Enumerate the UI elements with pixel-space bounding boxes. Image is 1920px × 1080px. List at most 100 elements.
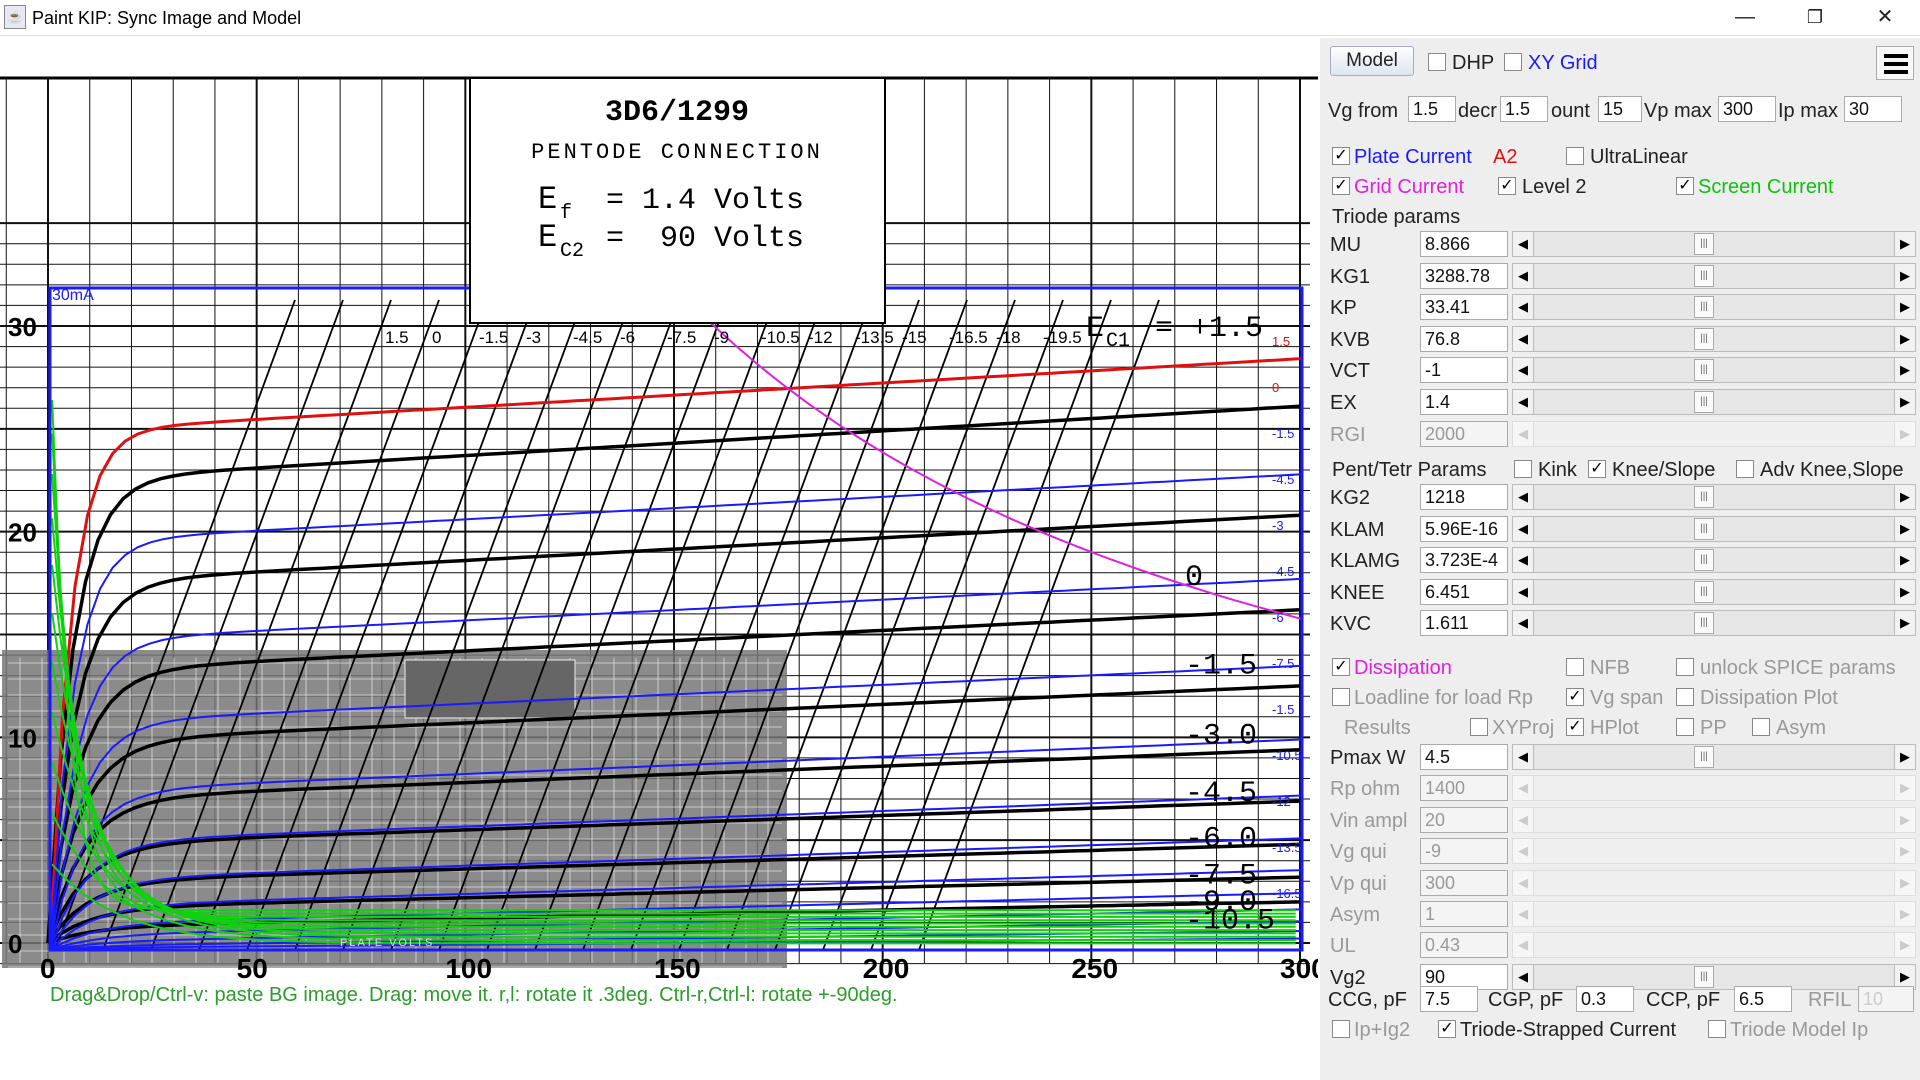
scroll-right-icon[interactable]: ▶ <box>1894 294 1916 321</box>
slider-track[interactable]: ||| <box>1534 357 1894 384</box>
dissipation-checkbox[interactable]: ✓ <box>1332 658 1350 676</box>
vg-from-field[interactable]: 1.5 <box>1408 96 1456 122</box>
cgp-field[interactable]: 0.3 <box>1576 986 1634 1012</box>
slider-track[interactable] <box>1534 901 1894 927</box>
slider-track[interactable] <box>1534 806 1894 833</box>
ip-ig2-checkbox[interactable] <box>1332 1020 1350 1038</box>
ex-slider[interactable]: ◀ ||| ▶ <box>1512 389 1916 415</box>
vg2-slider[interactable]: ◀ ||| ▶ <box>1512 963 1916 990</box>
scroll-right-icon[interactable]: ▶ <box>1894 932 1916 959</box>
scroll-left-icon[interactable]: ◀ <box>1512 262 1534 289</box>
scroll-right-icon[interactable]: ▶ <box>1894 744 1916 770</box>
asym-checkbox[interactable] <box>1752 718 1770 736</box>
plate-current-checkbox[interactable]: ✓ <box>1332 147 1350 165</box>
scroll-right-icon[interactable]: ▶ <box>1894 420 1916 447</box>
vct-field[interactable]: -1 <box>1420 357 1508 384</box>
vg-span-checkbox[interactable]: ✓ <box>1566 688 1584 706</box>
scroll-right-icon[interactable]: ▶ <box>1894 325 1916 352</box>
kp-slider[interactable]: ◀ ||| ▶ <box>1512 294 1916 321</box>
scroll-right-icon[interactable]: ▶ <box>1894 231 1916 257</box>
slider-thumb[interactable]: ||| <box>1694 327 1714 350</box>
model-button[interactable]: Model <box>1330 46 1414 76</box>
slider-track[interactable]: ||| <box>1534 325 1894 352</box>
scroll-left-icon[interactable]: ◀ <box>1512 869 1534 896</box>
scroll-right-icon[interactable]: ▶ <box>1894 775 1916 802</box>
vg-qui-field[interactable]: -9 <box>1420 838 1508 865</box>
scroll-left-icon[interactable]: ◀ <box>1512 294 1534 321</box>
rp-ohm-field[interactable]: 1400 <box>1420 775 1508 802</box>
scroll-left-icon[interactable]: ◀ <box>1512 515 1534 542</box>
scroll-left-icon[interactable]: ◀ <box>1512 744 1534 770</box>
scroll-right-icon[interactable]: ▶ <box>1894 838 1916 865</box>
ip-max-field[interactable]: 30 <box>1844 96 1902 122</box>
triode-strapped-checkbox[interactable]: ✓ <box>1438 1020 1456 1038</box>
slider-track[interactable]: ||| <box>1534 515 1894 542</box>
scroll-left-icon[interactable]: ◀ <box>1512 547 1534 574</box>
slider-track[interactable]: ||| <box>1534 547 1894 574</box>
pmax-w-field[interactable]: 4.5 <box>1420 744 1508 770</box>
vg-qui-slider[interactable]: ◀ ▶ <box>1512 838 1916 865</box>
klam-field[interactable]: 5.96E-16 <box>1420 515 1508 542</box>
slider-track[interactable]: ||| <box>1534 294 1894 321</box>
slider-thumb[interactable]: ||| <box>1694 486 1714 508</box>
kg1-field[interactable]: 3288.78 <box>1420 262 1508 289</box>
xyproj-checkbox[interactable] <box>1470 718 1488 736</box>
restore-button[interactable]: ❐ <box>1780 0 1850 36</box>
scroll-right-icon[interactable]: ▶ <box>1894 806 1916 833</box>
slider-thumb[interactable]: ||| <box>1694 612 1714 635</box>
kg2-slider[interactable]: ◀ ||| ▶ <box>1512 484 1916 510</box>
hplot-checkbox[interactable]: ✓ <box>1566 718 1584 736</box>
scroll-left-icon[interactable]: ◀ <box>1512 963 1534 990</box>
adv-knee-checkbox[interactable] <box>1736 460 1754 478</box>
scroll-left-icon[interactable]: ◀ <box>1512 775 1534 802</box>
scroll-right-icon[interactable]: ▶ <box>1894 357 1916 384</box>
count-field[interactable]: 15 <box>1598 96 1642 122</box>
scroll-right-icon[interactable]: ▶ <box>1894 484 1916 510</box>
scroll-right-icon[interactable]: ▶ <box>1894 547 1916 574</box>
slider-track[interactable]: ||| <box>1534 744 1894 770</box>
scroll-left-icon[interactable]: ◀ <box>1512 231 1534 257</box>
slider-track[interactable]: ||| <box>1534 231 1894 257</box>
vp-max-field[interactable]: 300 <box>1718 96 1776 122</box>
slider-track[interactable]: ||| <box>1534 484 1894 510</box>
scroll-left-icon[interactable]: ◀ <box>1512 838 1534 865</box>
rgi-slider[interactable]: ◀ ▶ <box>1512 420 1916 447</box>
rgi-field[interactable]: 2000 <box>1420 420 1508 447</box>
ccp-field[interactable]: 6.5 <box>1734 986 1792 1012</box>
kink-checkbox[interactable] <box>1514 460 1532 478</box>
close-button[interactable]: ✕ <box>1850 0 1920 36</box>
knee-field[interactable]: 6.451 <box>1420 578 1508 605</box>
scroll-right-icon[interactable]: ▶ <box>1894 901 1916 927</box>
scroll-left-icon[interactable]: ◀ <box>1512 325 1534 352</box>
minimize-button[interactable]: — <box>1710 0 1780 36</box>
klamg-slider[interactable]: ◀ ||| ▶ <box>1512 547 1916 574</box>
decr-field[interactable]: 1.5 <box>1500 96 1548 122</box>
graph-canvas[interactable]: 3D6/1299 PENTODE CONNECTION E f = 1.4 Vo… <box>0 38 1318 1080</box>
slider-track[interactable]: ||| <box>1534 262 1894 289</box>
knee-slider[interactable]: ◀ ||| ▶ <box>1512 578 1916 605</box>
screen-current-checkbox[interactable]: ✓ <box>1676 177 1694 195</box>
scroll-left-icon[interactable]: ◀ <box>1512 578 1534 605</box>
klamg-field[interactable]: 3.723E-4 <box>1420 547 1508 574</box>
triode-model-ip-checkbox[interactable] <box>1708 1020 1726 1038</box>
slider-thumb[interactable]: ||| <box>1694 233 1714 255</box>
scroll-right-icon[interactable]: ▶ <box>1894 610 1916 637</box>
kvc-field[interactable]: 1.611 <box>1420 610 1508 637</box>
scroll-right-icon[interactable]: ▶ <box>1894 869 1916 896</box>
slider-thumb[interactable]: ||| <box>1694 296 1714 319</box>
ul-field[interactable]: 0.43 <box>1420 932 1508 959</box>
kg2-field[interactable]: 1218 <box>1420 484 1508 510</box>
asym-field[interactable]: 1 <box>1420 901 1508 927</box>
slider-track[interactable]: ||| <box>1534 389 1894 415</box>
scroll-left-icon[interactable]: ◀ <box>1512 389 1534 415</box>
unlock-spice-checkbox[interactable] <box>1676 658 1694 676</box>
xy-grid-checkbox[interactable] <box>1504 53 1522 71</box>
scroll-left-icon[interactable]: ◀ <box>1512 484 1534 510</box>
kg1-slider[interactable]: ◀ ||| ▶ <box>1512 262 1916 289</box>
scroll-right-icon[interactable]: ▶ <box>1894 262 1916 289</box>
slider-track[interactable] <box>1534 932 1894 959</box>
knee-slope-checkbox[interactable]: ✓ <box>1588 460 1606 478</box>
kp-field[interactable]: 33.41 <box>1420 294 1508 321</box>
scroll-left-icon[interactable]: ◀ <box>1512 357 1534 384</box>
vp-qui-field[interactable]: 300 <box>1420 869 1508 896</box>
